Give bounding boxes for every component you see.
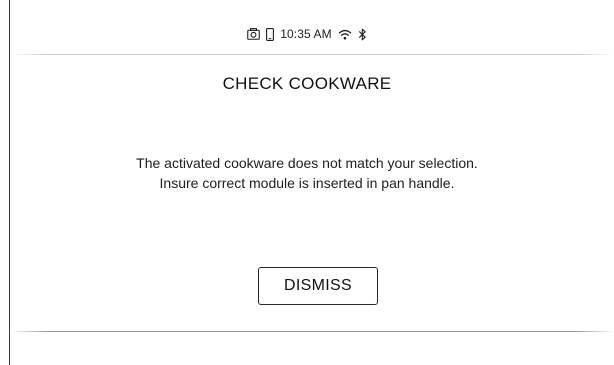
header-divider bbox=[10, 54, 614, 55]
dialog-message-line: Insure correct module is inserted in pan… bbox=[159, 175, 455, 191]
check-cookware-screen: 10:35 AM CHECK COOKWARE The activated co… bbox=[0, 0, 614, 365]
status-time: 10:35 AM bbox=[280, 27, 332, 41]
dialog-title: CHECK COOKWARE bbox=[222, 74, 392, 93]
camera-icon bbox=[247, 28, 261, 40]
footer-divider bbox=[10, 331, 614, 332]
bluetooth-icon bbox=[358, 28, 367, 41]
status-bar: 10:35 AM bbox=[0, 26, 614, 42]
phone-icon bbox=[266, 27, 275, 41]
wifi-icon bbox=[338, 29, 352, 40]
dismiss-button[interactable]: DISMISS bbox=[258, 267, 378, 305]
dialog-message: The activated cookware does not match yo… bbox=[0, 153, 614, 193]
dialog-message-line: The activated cookware does not match yo… bbox=[136, 155, 478, 171]
